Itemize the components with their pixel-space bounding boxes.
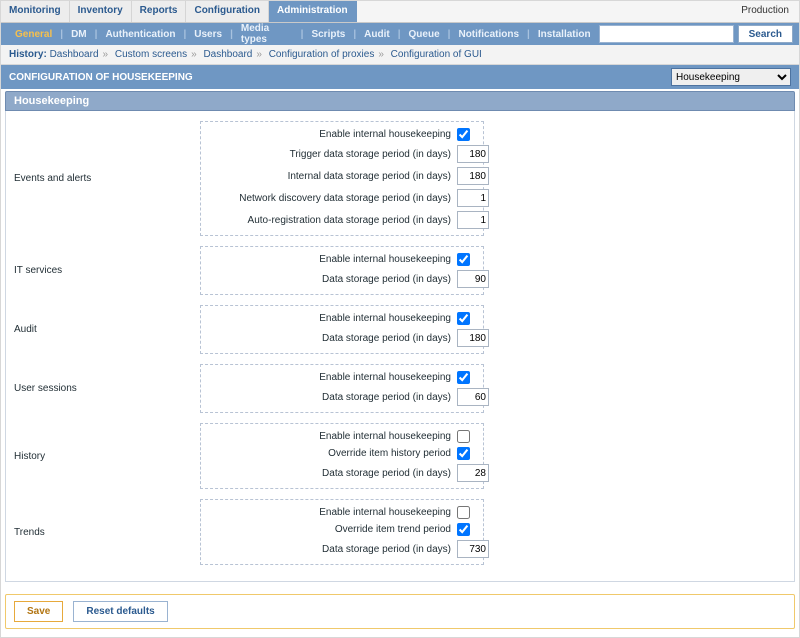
events-enable-label: Enable internal housekeeping	[201, 129, 457, 140]
menu-general[interactable]: General	[7, 29, 60, 40]
group-history: History Enable internal housekeeping Ove…	[14, 421, 786, 491]
menu-bar: General| DM| Authentication| Users| Medi…	[1, 23, 799, 45]
events-autoreg-label: Auto-registration data storage period (i…	[201, 215, 457, 226]
services-box: Enable internal housekeeping Data storag…	[200, 246, 484, 295]
services-enable-checkbox[interactable]	[457, 253, 470, 266]
section-header: CONFIGURATION OF HOUSEKEEPING Housekeepi…	[1, 65, 799, 89]
search-button[interactable]: Search	[738, 25, 793, 43]
history-period-label: Data storage period (in days)	[201, 468, 457, 479]
history-enable-label: Enable internal housekeeping	[201, 431, 457, 442]
sessions-enable-label: Enable internal housekeeping	[201, 372, 457, 383]
history-box: Enable internal housekeeping Override it…	[200, 423, 484, 489]
history-section-label: History	[14, 451, 200, 462]
history-override-checkbox[interactable]	[457, 447, 470, 460]
history-enable-checkbox[interactable]	[457, 430, 470, 443]
sessions-period-input[interactable]	[457, 388, 489, 406]
environment-label: Production	[731, 1, 799, 22]
menu-authentication[interactable]: Authentication	[97, 29, 183, 40]
crumb-5[interactable]: Configuration of GUI	[391, 49, 482, 60]
menu-audit[interactable]: Audit	[356, 29, 398, 40]
app-frame: Monitoring Inventory Reports Configurati…	[0, 0, 800, 638]
breadcrumb: History: Dashboard» Custom screens» Dash…	[1, 45, 799, 65]
top-tabs: Monitoring Inventory Reports Configurati…	[1, 1, 799, 23]
crumb-3[interactable]: Dashboard	[203, 49, 252, 60]
events-trigger-label: Trigger data storage period (in days)	[201, 149, 457, 160]
reset-defaults-button[interactable]: Reset defaults	[73, 601, 167, 622]
menu-scripts[interactable]: Scripts	[303, 29, 353, 40]
sessions-period-label: Data storage period (in days)	[201, 392, 457, 403]
group-events: Events and alerts Enable internal housek…	[14, 119, 786, 238]
trends-override-label: Override item trend period	[201, 524, 457, 535]
housekeeping-form: Events and alerts Enable internal housek…	[14, 119, 786, 567]
trends-section-label: Trends	[14, 527, 200, 538]
services-period-label: Data storage period (in days)	[201, 274, 457, 285]
audit-enable-label: Enable internal housekeeping	[201, 313, 457, 324]
tab-reports[interactable]: Reports	[132, 1, 187, 22]
services-section-label: IT services	[14, 265, 200, 276]
events-netdisc-input[interactable]	[457, 189, 489, 207]
audit-section-label: Audit	[14, 324, 200, 335]
panel-body: Events and alerts Enable internal housek…	[5, 111, 795, 582]
group-trends: Trends Enable internal housekeeping Over…	[14, 497, 786, 567]
tab-monitoring[interactable]: Monitoring	[1, 1, 70, 22]
group-sessions: User sessions Enable internal housekeepi…	[14, 362, 786, 415]
trends-enable-checkbox[interactable]	[457, 506, 470, 519]
trends-box: Enable internal housekeeping Override it…	[200, 499, 484, 565]
services-enable-label: Enable internal housekeeping	[201, 254, 457, 265]
menu-users[interactable]: Users	[186, 29, 230, 40]
crumb-2[interactable]: Custom screens	[115, 49, 187, 60]
section-title: CONFIGURATION OF HOUSEKEEPING	[9, 72, 193, 83]
form-buttons: Save Reset defaults	[5, 594, 795, 629]
audit-period-input[interactable]	[457, 329, 489, 347]
events-internal-input[interactable]	[457, 167, 489, 185]
crumb-4[interactable]: Configuration of proxies	[269, 49, 375, 60]
tab-administration[interactable]: Administration	[269, 1, 357, 22]
save-button[interactable]: Save	[14, 601, 63, 622]
trends-period-label: Data storage period (in days)	[201, 544, 457, 555]
audit-period-label: Data storage period (in days)	[201, 333, 457, 344]
services-period-input[interactable]	[457, 270, 489, 288]
events-enable-checkbox[interactable]	[457, 128, 470, 141]
events-box: Enable internal housekeeping Trigger dat…	[200, 121, 484, 236]
search-input[interactable]	[599, 25, 734, 43]
trends-enable-label: Enable internal housekeeping	[201, 507, 457, 518]
events-internal-label: Internal data storage period (in days)	[201, 171, 457, 182]
menu-notifications[interactable]: Notifications	[450, 29, 527, 40]
menu-installation[interactable]: Installation	[530, 29, 599, 40]
events-trigger-input[interactable]	[457, 145, 489, 163]
history-override-label: Override item history period	[201, 448, 457, 459]
tab-configuration[interactable]: Configuration	[186, 1, 269, 22]
audit-enable-checkbox[interactable]	[457, 312, 470, 325]
panel-title: Housekeeping	[5, 91, 795, 111]
events-autoreg-input[interactable]	[457, 211, 489, 229]
group-audit: Audit Enable internal housekeeping Data …	[14, 303, 786, 356]
history-period-input[interactable]	[457, 464, 489, 482]
menu-queue[interactable]: Queue	[401, 29, 448, 40]
events-section-label: Events and alerts	[14, 173, 200, 184]
menu-media-types[interactable]: Media types	[233, 23, 301, 45]
section-select[interactable]: Housekeeping	[671, 68, 791, 86]
history-label: History:	[9, 49, 47, 60]
trends-period-input[interactable]	[457, 540, 489, 558]
tab-inventory[interactable]: Inventory	[70, 1, 132, 22]
events-netdisc-label: Network discovery data storage period (i…	[201, 193, 457, 204]
trends-override-checkbox[interactable]	[457, 523, 470, 536]
tabs-spacer	[357, 1, 732, 22]
crumb-1[interactable]: Dashboard	[50, 49, 99, 60]
menu-dm[interactable]: DM	[63, 29, 95, 40]
sessions-section-label: User sessions	[14, 383, 200, 394]
sessions-enable-checkbox[interactable]	[457, 371, 470, 384]
sessions-box: Enable internal housekeeping Data storag…	[200, 364, 484, 413]
panel-wrap: Housekeeping Events and alerts Enable in…	[1, 89, 799, 590]
group-services: IT services Enable internal housekeeping…	[14, 244, 786, 297]
audit-box: Enable internal housekeeping Data storag…	[200, 305, 484, 354]
